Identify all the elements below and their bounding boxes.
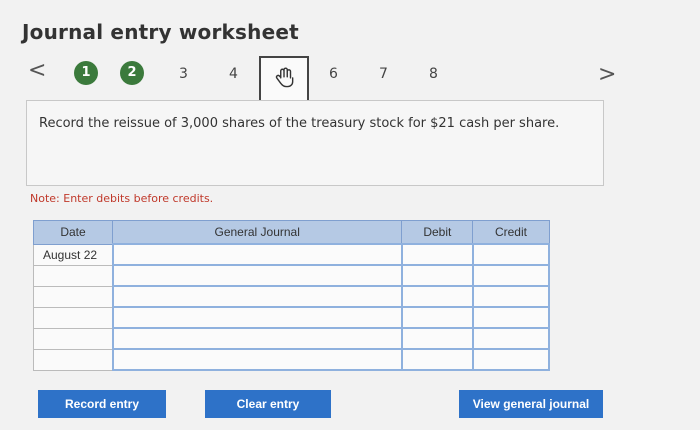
previous-step-button[interactable]: < xyxy=(28,58,46,83)
table-row xyxy=(32,285,551,308)
header-debit: Debit xyxy=(401,220,474,245)
table-row xyxy=(32,306,551,329)
table-row: August 22 xyxy=(32,243,551,266)
header-credit: Credit xyxy=(472,220,550,245)
header-general-journal: General Journal xyxy=(112,220,403,245)
view-general-journal-button[interactable]: View general journal xyxy=(459,390,603,418)
credit-input[interactable] xyxy=(471,285,551,308)
account-input[interactable] xyxy=(111,285,403,308)
table-row xyxy=(32,264,551,287)
record-entry-button[interactable]: Record entry xyxy=(38,390,166,418)
debit-input[interactable] xyxy=(400,327,474,350)
step-7-button[interactable]: 7 xyxy=(379,66,388,82)
header-date: Date xyxy=(32,220,114,245)
debit-input[interactable] xyxy=(400,264,474,287)
step-6-button[interactable]: 6 xyxy=(329,66,338,82)
debit-input[interactable] xyxy=(400,285,474,308)
journal-table: Date General Journal Debit Credit August… xyxy=(32,220,551,371)
step-8-button[interactable]: 8 xyxy=(429,66,438,82)
clear-entry-button[interactable]: Clear entry xyxy=(205,390,331,418)
account-input[interactable] xyxy=(111,264,403,287)
credit-input[interactable] xyxy=(471,243,551,266)
account-input[interactable] xyxy=(111,327,403,350)
account-input[interactable] xyxy=(111,348,403,371)
hand-pointer-icon xyxy=(275,67,294,88)
account-input[interactable] xyxy=(111,306,403,329)
debit-input[interactable] xyxy=(400,243,474,266)
date-cell: August 22 xyxy=(32,243,114,266)
page-title: Journal entry worksheet xyxy=(22,20,299,44)
table-row xyxy=(32,348,551,371)
credit-input[interactable] xyxy=(471,327,551,350)
debit-input[interactable] xyxy=(400,306,474,329)
step-2-button[interactable]: 2 xyxy=(120,61,144,85)
step-5-current[interactable] xyxy=(259,56,309,102)
question-box: Record the reissue of 3,000 shares of th… xyxy=(26,100,604,186)
credit-input[interactable] xyxy=(471,348,551,371)
date-cell xyxy=(32,327,114,350)
step-3-button[interactable]: 3 xyxy=(179,66,188,82)
next-step-button[interactable]: > xyxy=(598,62,616,87)
date-cell xyxy=(32,348,114,371)
debit-input[interactable] xyxy=(400,348,474,371)
question-text: Record the reissue of 3,000 shares of th… xyxy=(39,116,560,131)
note-text: Note: Enter debits before credits. xyxy=(30,192,214,205)
date-cell xyxy=(32,306,114,329)
account-input[interactable] xyxy=(111,243,403,266)
step-1-button[interactable]: 1 xyxy=(74,61,98,85)
date-cell xyxy=(32,285,114,308)
step-4-button[interactable]: 4 xyxy=(229,66,238,82)
table-row xyxy=(32,327,551,350)
table-header-row: Date General Journal Debit Credit xyxy=(32,220,550,245)
credit-input[interactable] xyxy=(471,306,551,329)
date-cell xyxy=(32,264,114,287)
credit-input[interactable] xyxy=(471,264,551,287)
